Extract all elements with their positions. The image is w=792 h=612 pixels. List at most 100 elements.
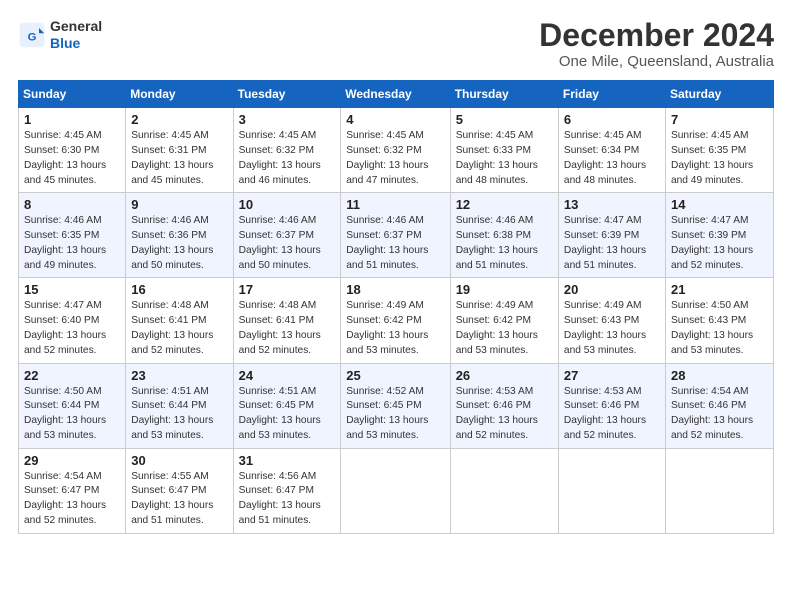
day-number: 6 xyxy=(564,112,660,127)
day-number: 9 xyxy=(131,197,227,212)
day-info: Sunrise: 4:55 AM Sunset: 6:47 PM Dayligh… xyxy=(131,470,227,529)
calendar-day-23: 23Sunrise: 4:51 AM Sunset: 6:44 PM Dayli… xyxy=(126,363,233,448)
day-info: Sunrise: 4:46 AM Sunset: 6:35 PM Dayligh… xyxy=(24,214,120,273)
day-number: 11 xyxy=(346,197,444,212)
calendar-table: SundayMondayTuesdayWednesdayThursdayFrid… xyxy=(18,80,774,534)
svg-text:G: G xyxy=(28,31,37,43)
logo-icon: G xyxy=(18,21,46,49)
day-number: 1 xyxy=(24,112,120,127)
day-info: Sunrise: 4:53 AM Sunset: 6:46 PM Dayligh… xyxy=(456,385,553,444)
day-number: 16 xyxy=(131,282,227,297)
day-info: Sunrise: 4:45 AM Sunset: 6:30 PM Dayligh… xyxy=(24,129,120,188)
day-number: 5 xyxy=(456,112,553,127)
day-number: 27 xyxy=(564,368,660,383)
calendar-day-8: 8 Sunrise: 4:46 AM Sunset: 6:35 PM Daylig… xyxy=(19,193,126,278)
day-number: 30 xyxy=(131,453,227,468)
calendar-day-14: 14Sunrise: 4:47 AM Sunset: 6:39 PM Dayli… xyxy=(665,193,773,278)
day-number: 12 xyxy=(456,197,553,212)
calendar-day-21: 21Sunrise: 4:50 AM Sunset: 6:43 PM Dayli… xyxy=(665,278,773,363)
logo-blue: Blue xyxy=(50,35,102,52)
day-number: 31 xyxy=(239,453,336,468)
day-number: 19 xyxy=(456,282,553,297)
day-number: 26 xyxy=(456,368,553,383)
day-info: Sunrise: 4:45 AM Sunset: 6:35 PM Dayligh… xyxy=(671,129,768,188)
calendar-subtitle: One Mile, Queensland, Australia xyxy=(539,53,774,70)
page: G General Blue December 2024 One Mile, Q… xyxy=(0,0,792,612)
calendar-day-4: 4 Sunrise: 4:45 AM Sunset: 6:32 PM Daylig… xyxy=(341,108,450,193)
calendar-day-11: 11 Sunrise: 4:46 AM Sunset: 6:37 PM Dayli… xyxy=(341,193,450,278)
calendar-day-2: 2 Sunrise: 4:45 AM Sunset: 6:31 PM Daylig… xyxy=(126,108,233,193)
day-info: Sunrise: 4:45 AM Sunset: 6:32 PM Dayligh… xyxy=(346,129,444,188)
day-info: Sunrise: 4:47 AM Sunset: 6:39 PM Dayligh… xyxy=(564,214,660,273)
day-info: Sunrise: 4:56 AM Sunset: 6:47 PM Dayligh… xyxy=(239,470,336,529)
header-wednesday: Wednesday xyxy=(341,81,450,108)
calendar-week-2: 8 Sunrise: 4:46 AM Sunset: 6:35 PM Daylig… xyxy=(19,193,774,278)
day-number: 28 xyxy=(671,368,768,383)
day-number: 15 xyxy=(24,282,120,297)
calendar-week-3: 15 Sunrise: 4:47 AM Sunset: 6:40 PM Dayli… xyxy=(19,278,774,363)
day-number: 4 xyxy=(346,112,444,127)
calendar-day-22: 22 Sunrise: 4:50 AM Sunset: 6:44 PM Dayli… xyxy=(19,363,126,448)
calendar-day-1: 1 Sunrise: 4:45 AM Sunset: 6:30 PM Daylig… xyxy=(19,108,126,193)
day-info: Sunrise: 4:45 AM Sunset: 6:32 PM Dayligh… xyxy=(239,129,336,188)
day-info: Sunrise: 4:45 AM Sunset: 6:31 PM Dayligh… xyxy=(131,129,227,188)
calendar-day-27: 27Sunrise: 4:53 AM Sunset: 6:46 PM Dayli… xyxy=(558,363,665,448)
title-block: December 2024 One Mile, Queensland, Aust… xyxy=(539,18,774,70)
day-info: Sunrise: 4:54 AM Sunset: 6:47 PM Dayligh… xyxy=(24,470,120,529)
day-info: Sunrise: 4:46 AM Sunset: 6:38 PM Dayligh… xyxy=(456,214,553,273)
day-info: Sunrise: 4:45 AM Sunset: 6:33 PM Dayligh… xyxy=(456,129,553,188)
header: G General Blue December 2024 One Mile, Q… xyxy=(18,18,774,70)
day-number: 25 xyxy=(346,368,444,383)
day-info: Sunrise: 4:46 AM Sunset: 6:37 PM Dayligh… xyxy=(346,214,444,273)
calendar-day-9: 9 Sunrise: 4:46 AM Sunset: 6:36 PM Daylig… xyxy=(126,193,233,278)
empty-cell xyxy=(665,448,773,533)
empty-cell xyxy=(450,448,558,533)
logo: G General Blue xyxy=(18,18,102,52)
day-number: 17 xyxy=(239,282,336,297)
calendar-day-30: 30 Sunrise: 4:55 AM Sunset: 6:47 PM Dayli… xyxy=(126,448,233,533)
header-tuesday: Tuesday xyxy=(233,81,341,108)
day-number: 22 xyxy=(24,368,120,383)
calendar-day-10: 10Sunrise: 4:46 AM Sunset: 6:37 PM Dayli… xyxy=(233,193,341,278)
day-info: Sunrise: 4:48 AM Sunset: 6:41 PM Dayligh… xyxy=(239,299,336,358)
calendar-day-13: 13 Sunrise: 4:47 AM Sunset: 6:39 PM Dayli… xyxy=(558,193,665,278)
logo-general: General xyxy=(50,18,102,35)
calendar-day-19: 19Sunrise: 4:49 AM Sunset: 6:42 PM Dayli… xyxy=(450,278,558,363)
calendar-day-15: 15 Sunrise: 4:47 AM Sunset: 6:40 PM Dayli… xyxy=(19,278,126,363)
day-info: Sunrise: 4:45 AM Sunset: 6:34 PM Dayligh… xyxy=(564,129,660,188)
day-info: Sunrise: 4:54 AM Sunset: 6:46 PM Dayligh… xyxy=(671,385,768,444)
day-number: 8 xyxy=(24,197,120,212)
day-info: Sunrise: 4:52 AM Sunset: 6:45 PM Dayligh… xyxy=(346,385,444,444)
header-friday: Friday xyxy=(558,81,665,108)
day-info: Sunrise: 4:46 AM Sunset: 6:36 PM Dayligh… xyxy=(131,214,227,273)
day-info: Sunrise: 4:49 AM Sunset: 6:42 PM Dayligh… xyxy=(346,299,444,358)
day-info: Sunrise: 4:50 AM Sunset: 6:44 PM Dayligh… xyxy=(24,385,120,444)
day-info: Sunrise: 4:49 AM Sunset: 6:43 PM Dayligh… xyxy=(564,299,660,358)
day-number: 29 xyxy=(24,453,120,468)
calendar-day-29: 29 Sunrise: 4:54 AM Sunset: 6:47 PM Dayli… xyxy=(19,448,126,533)
day-info: Sunrise: 4:47 AM Sunset: 6:39 PM Dayligh… xyxy=(671,214,768,273)
calendar-title: December 2024 xyxy=(539,18,774,53)
calendar-day-26: 26 Sunrise: 4:53 AM Sunset: 6:46 PM Dayli… xyxy=(450,363,558,448)
calendar-day-6: 6 Sunrise: 4:45 AM Sunset: 6:34 PM Daylig… xyxy=(558,108,665,193)
calendar-day-18: 18 Sunrise: 4:49 AM Sunset: 6:42 PM Dayli… xyxy=(341,278,450,363)
empty-cell xyxy=(558,448,665,533)
calendar-day-3: 3Sunrise: 4:45 AM Sunset: 6:32 PM Daylig… xyxy=(233,108,341,193)
calendar-day-7: 7Sunrise: 4:45 AM Sunset: 6:35 PM Daylig… xyxy=(665,108,773,193)
calendar-day-25: 25 Sunrise: 4:52 AM Sunset: 6:45 PM Dayli… xyxy=(341,363,450,448)
day-number: 18 xyxy=(346,282,444,297)
day-number: 23 xyxy=(131,368,227,383)
day-number: 13 xyxy=(564,197,660,212)
calendar-day-5: 5 Sunrise: 4:45 AM Sunset: 6:33 PM Daylig… xyxy=(450,108,558,193)
day-info: Sunrise: 4:51 AM Sunset: 6:45 PM Dayligh… xyxy=(239,385,336,444)
calendar-week-1: 1 Sunrise: 4:45 AM Sunset: 6:30 PM Daylig… xyxy=(19,108,774,193)
calendar-day-16: 16Sunrise: 4:48 AM Sunset: 6:41 PM Dayli… xyxy=(126,278,233,363)
empty-cell xyxy=(341,448,450,533)
calendar-day-24: 24Sunrise: 4:51 AM Sunset: 6:45 PM Dayli… xyxy=(233,363,341,448)
calendar-header-row: SundayMondayTuesdayWednesdayThursdayFrid… xyxy=(19,81,774,108)
calendar-week-4: 22 Sunrise: 4:50 AM Sunset: 6:44 PM Dayli… xyxy=(19,363,774,448)
header-saturday: Saturday xyxy=(665,81,773,108)
calendar-day-31: 31 Sunrise: 4:56 AM Sunset: 6:47 PM Dayli… xyxy=(233,448,341,533)
day-info: Sunrise: 4:47 AM Sunset: 6:40 PM Dayligh… xyxy=(24,299,120,358)
day-number: 2 xyxy=(131,112,227,127)
